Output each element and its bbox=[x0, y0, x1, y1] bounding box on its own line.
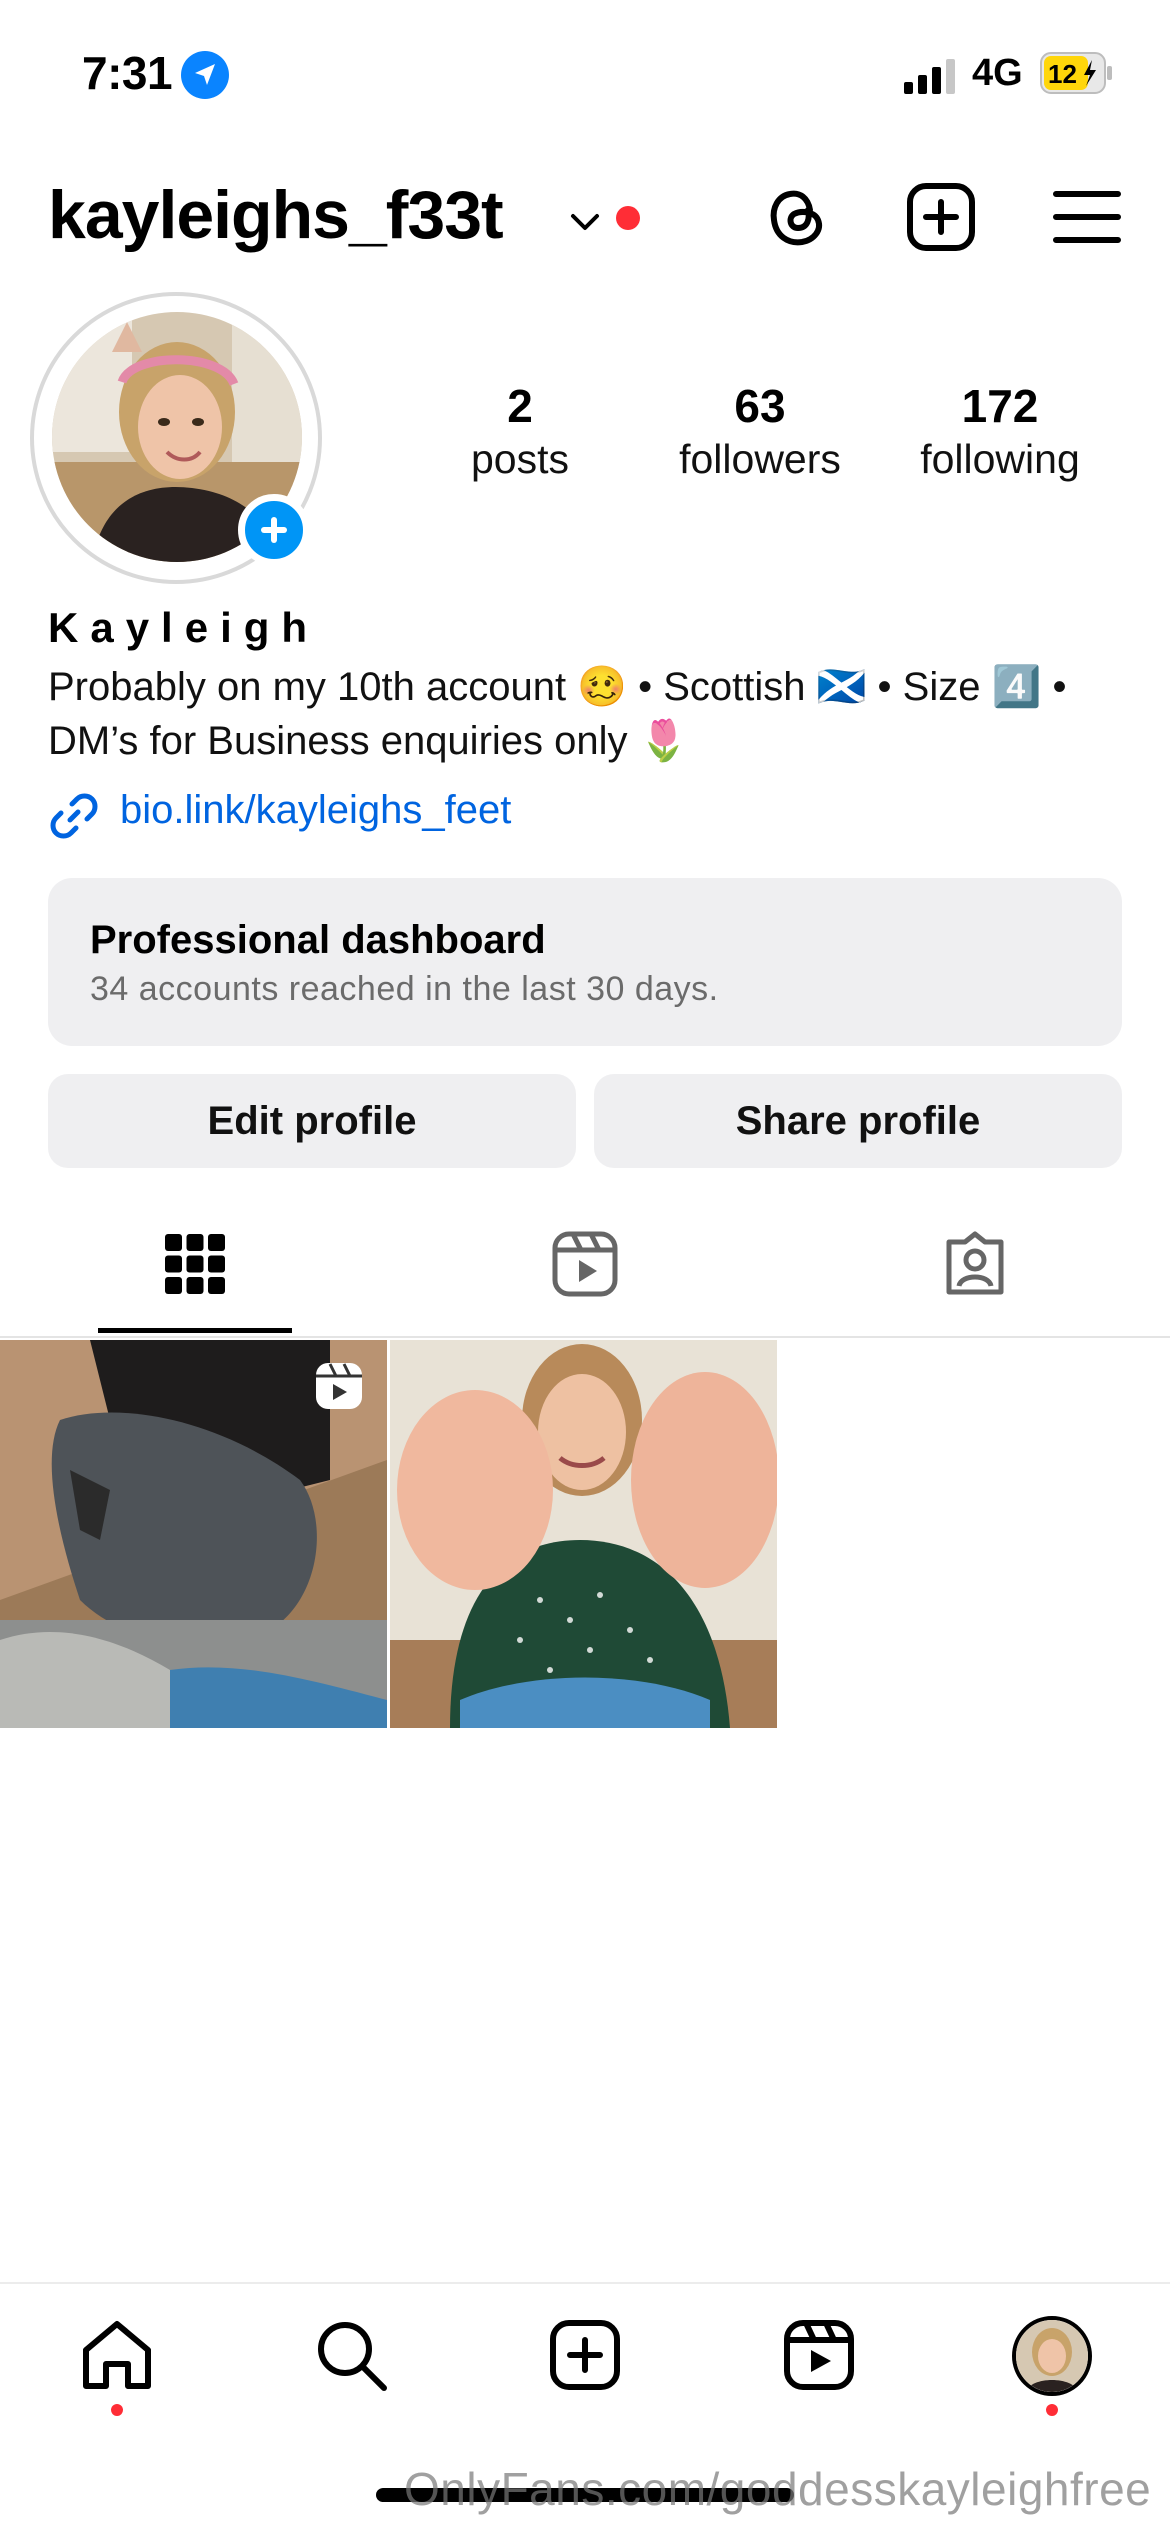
add-story-button[interactable] bbox=[238, 494, 310, 566]
battery-level: 12 bbox=[1048, 59, 1077, 89]
chevron-down-icon[interactable] bbox=[565, 202, 605, 242]
post-thumbnail[interactable] bbox=[0, 1340, 387, 1728]
notification-dot bbox=[616, 206, 640, 230]
link-icon bbox=[50, 793, 98, 839]
cellular-signal-icon bbox=[904, 59, 955, 94]
following-label: following bbox=[920, 436, 1080, 482]
display-name: Kayleigh bbox=[48, 604, 320, 651]
status-time: 7:31 bbox=[82, 47, 173, 99]
edit-profile-button[interactable]: Edit profile bbox=[48, 1074, 576, 1168]
watermark-text: OnlyFans.com/goddesskayleighfree bbox=[404, 2463, 1152, 2515]
tagged-icon bbox=[946, 1231, 1004, 1295]
bottom-nav-divider bbox=[0, 2282, 1170, 2284]
tab-tagged[interactable] bbox=[780, 1230, 1170, 1336]
bio-link-text[interactable]: bio.link/kayleighs_feet bbox=[120, 788, 511, 833]
tab-reels[interactable] bbox=[390, 1230, 780, 1336]
reel-badge-icon bbox=[316, 1363, 362, 1409]
network-type: 4G bbox=[972, 52, 1023, 94]
profile-header: kayleighs_f33t bbox=[0, 170, 1170, 270]
home-notification-dot bbox=[111, 2404, 123, 2416]
create-icon[interactable] bbox=[546, 2316, 624, 2394]
tab-divider bbox=[0, 1336, 1170, 1338]
profile-notification-dot bbox=[1046, 2404, 1058, 2416]
bio-text: Probably on my 10th account 🥴 • Scottish… bbox=[48, 665, 1067, 763]
grid-icon bbox=[165, 1234, 225, 1294]
location-arrow-icon bbox=[181, 51, 229, 99]
active-tab-indicator bbox=[98, 1328, 292, 1333]
search-icon[interactable] bbox=[312, 2316, 390, 2394]
dashboard-title: Professional dashboard bbox=[90, 918, 546, 962]
status-bar: 7:31 4G 12 bbox=[0, 0, 1170, 150]
hamburger-menu-icon[interactable] bbox=[1050, 182, 1124, 252]
followers-count: 63 bbox=[734, 380, 786, 432]
stat-following[interactable]: 172 following bbox=[890, 380, 1110, 486]
posts-count: 2 bbox=[507, 380, 533, 432]
reels-icon[interactable] bbox=[780, 2316, 858, 2394]
posts-label: posts bbox=[471, 436, 569, 482]
battery-icon: 12 bbox=[1040, 52, 1112, 94]
add-content-icon[interactable] bbox=[904, 180, 978, 254]
following-count: 172 bbox=[961, 380, 1039, 432]
threads-icon[interactable] bbox=[760, 180, 834, 254]
tab-grid[interactable] bbox=[0, 1230, 390, 1336]
profile-avatar[interactable] bbox=[1012, 2316, 1092, 2396]
followers-label: followers bbox=[679, 436, 841, 482]
professional-dashboard-card[interactable]: Professional dashboard 34 accounts reach… bbox=[48, 878, 1122, 1046]
reels-icon bbox=[552, 1231, 618, 1297]
share-profile-button[interactable]: Share profile bbox=[594, 1074, 1122, 1168]
post-thumbnail[interactable] bbox=[390, 1340, 777, 1728]
stat-posts[interactable]: 2 posts bbox=[410, 380, 630, 486]
home-icon[interactable] bbox=[78, 2316, 156, 2394]
username[interactable]: kayleighs_f33t bbox=[48, 176, 504, 254]
dashboard-subtitle: 34 accounts reached in the last 30 days. bbox=[90, 970, 719, 1008]
stat-followers[interactable]: 63 followers bbox=[650, 380, 870, 486]
